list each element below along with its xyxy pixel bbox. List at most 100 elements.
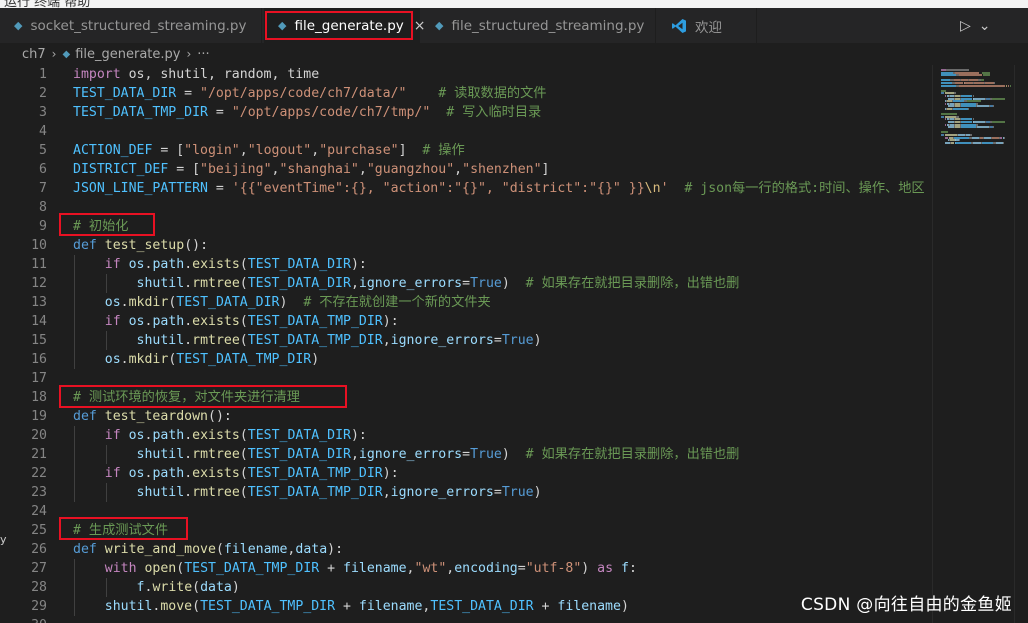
code-line[interactable]: 23 shutil.rmtree(TEST_DATA_TMP_DIR,ignor… <box>0 483 930 502</box>
code-line[interactable]: 18 # 测试环境的恢复，对文件夹进行清理 <box>0 388 930 407</box>
code-line[interactable]: 13 os.mkdir(TEST_DATA_DIR) # 不存在就创建一个新的文… <box>0 293 930 312</box>
code-line[interactable]: 30 <box>0 616 930 623</box>
line-number: 3 <box>39 105 47 120</box>
code-line[interactable]: 3 TEST_DATA_TMP_DIR = "/opt/apps/code/ch7… <box>0 103 930 122</box>
code-text: os.mkdir(TEST_DATA_TMP_DIR) <box>73 350 319 369</box>
code-token: mkdir <box>128 295 169 310</box>
vertical-scrollbar[interactable] <box>1014 65 1028 623</box>
code-token: , <box>454 162 463 177</box>
code-token: os, shutil, random, time <box>120 67 320 82</box>
code-token: filename <box>557 599 621 614</box>
tab-welcome[interactable]: 欢迎 <box>657 8 757 43</box>
code-line[interactable]: 14 if os.path.exists(TEST_DATA_TMP_DIR): <box>0 312 930 331</box>
code-line[interactable]: 6 DISTRICT_DEF = ["beijing","shanghai","g… <box>0 160 930 179</box>
code-line[interactable]: 19 def test_teardown(): <box>0 407 930 426</box>
code-token: TEST_DATA_DIR <box>247 428 351 443</box>
code-text: ACTION_DEF = ["login","logout","purchase… <box>73 141 465 160</box>
tab-file-structured-streaming[interactable]: ◆ file_structured_streaming.py <box>421 8 656 43</box>
code-line[interactable]: 27 with open(TEST_DATA_TMP_DIR + filenam… <box>0 559 930 578</box>
code-line[interactable]: 17 <box>0 369 930 388</box>
minimap-stroke <box>1007 84 1009 87</box>
code-token: rmtree <box>192 333 240 348</box>
code-token: # 读取数据的文件 <box>438 86 547 101</box>
breadcrumb-folder[interactable]: ch7 <box>22 47 46 62</box>
code-token: TEST_DATA_DIR <box>73 86 177 101</box>
tab-label: file_generate.py <box>294 17 404 34</box>
minimap-stroke <box>984 136 992 139</box>
code-line[interactable]: 21 shutil.rmtree(TEST_DATA_DIR,ignore_er… <box>0 445 930 464</box>
menu-bar-text[interactable]: 运行 终端 帮助 <box>4 0 90 8</box>
code-token: os <box>104 295 121 310</box>
minimap[interactable] <box>932 65 1014 623</box>
code-text: if os.path.exists(TEST_DATA_DIR): <box>73 426 367 445</box>
code-line[interactable]: 8 <box>0 198 930 217</box>
tab-file-generate[interactable]: ◆ file_generate.py × <box>264 8 426 43</box>
code-line[interactable]: 25 # 生成测试文件 <box>0 521 930 540</box>
code-text: os.mkdir(TEST_DATA_DIR) # 不存在就创建一个新的文件夹 <box>73 293 491 312</box>
code-token: . <box>120 352 129 367</box>
code-token: = <box>462 447 471 462</box>
code-token: mkdir <box>128 352 169 367</box>
tab-socket-structured-streaming[interactable]: ◆ socket_structured_streaming.py <box>0 8 262 43</box>
code-line[interactable]: 26 def write_and_move(filename,data): <box>0 540 930 559</box>
breadcrumb-file[interactable]: file_generate.py <box>75 47 180 62</box>
tab-bar: ◆ socket_structured_streaming.py ◆ file_… <box>0 8 1028 43</box>
code-editor[interactable]: 3029 shutil.move(TEST_DATA_TMP_DIR + fil… <box>0 65 930 623</box>
python-file-icon: ◆ <box>278 19 287 32</box>
code-token: , <box>239 143 248 158</box>
code-line[interactable]: 5 ACTION_DEF = ["login","logout","purchas… <box>0 141 930 160</box>
code-line[interactable]: 16 os.mkdir(TEST_DATA_TMP_DIR) <box>0 350 930 369</box>
code-token: . <box>184 276 193 291</box>
code-token: os <box>128 466 145 481</box>
code-line[interactable]: 4 <box>0 122 930 141</box>
code-token: ( <box>239 428 248 443</box>
code-token: TEST_DATA_TMP_DIR <box>247 485 383 500</box>
run-icon[interactable]: ▷ <box>960 18 971 34</box>
code-line[interactable]: 22 if os.path.exists(TEST_DATA_TMP_DIR): <box>0 464 930 483</box>
line-number: 7 <box>39 181 47 196</box>
code-line[interactable]: 10 def test_setup(): <box>0 236 930 255</box>
code-token: # 如果存在就把目录删除，出错也删 <box>525 447 740 462</box>
code-line[interactable]: 7 JSON_LINE_PATTERN = '{{"eventTime":{}, … <box>0 179 930 198</box>
code-text: # 测试环境的恢复，对文件夹进行清理 <box>73 388 300 407</box>
code-token: "shanghai" <box>279 162 359 177</box>
line-number: 28 <box>31 580 47 595</box>
code-line[interactable]: 28 f.write(data) <box>0 578 930 597</box>
menu-bar[interactable]: 运行 终端 帮助 <box>0 0 1028 8</box>
code-token: , <box>382 333 391 348</box>
code-token: if <box>104 314 121 329</box>
code-line[interactable]: 20 if os.path.exists(TEST_DATA_DIR): <box>0 426 930 445</box>
code-line[interactable]: 1 import os, shutil, random, time <box>0 65 930 84</box>
minimap-stroke <box>992 121 1005 123</box>
code-line[interactable]: 15 shutil.rmtree(TEST_DATA_TMP_DIR,ignor… <box>0 331 930 350</box>
code-line[interactable]: 24 <box>0 502 930 521</box>
breadcrumb: ch7 › ◆ file_generate.py › ··· <box>0 43 930 65</box>
code-token: = <box>493 333 502 348</box>
code-line[interactable]: 2 TEST_DATA_DIR = "/opt/apps/code/ch7/dat… <box>0 84 930 103</box>
chevron-down-icon[interactable]: ⌄ <box>979 18 991 34</box>
code-token: ) <box>311 352 320 367</box>
minimap-stroke <box>1000 136 1003 139</box>
code-token: shutil <box>136 333 185 348</box>
code-line[interactable]: 12 shutil.rmtree(TEST_DATA_DIR,ignore_er… <box>0 274 930 293</box>
code-line[interactable]: 11 if os.path.exists(TEST_DATA_DIR): <box>0 255 930 274</box>
code-text: # 生成测试文件 <box>73 521 168 540</box>
code-text: JSON_LINE_PATTERN = '{{"eventTime":{}, "… <box>73 179 925 198</box>
minimap-stroke <box>944 102 947 105</box>
minimap-stroke <box>944 123 947 126</box>
code-token: TEST_DATA_TMP_DIR <box>247 314 383 329</box>
code-line[interactable]: 9 # 初始化 <box>0 217 930 236</box>
breadcrumb-more[interactable]: ··· <box>197 47 209 62</box>
line-number: 29 <box>31 599 47 614</box>
line-number: 12 <box>31 276 47 291</box>
code-token: , <box>350 447 359 462</box>
code-token: rmtree <box>192 447 240 462</box>
code-token: , <box>311 143 320 158</box>
code-line[interactable]: 29 shutil.move(TEST_DATA_TMP_DIR + filen… <box>0 597 930 616</box>
code-token: os <box>128 314 145 329</box>
code-token: ACTION_DEF <box>73 143 153 158</box>
code-token: ( <box>176 561 185 576</box>
